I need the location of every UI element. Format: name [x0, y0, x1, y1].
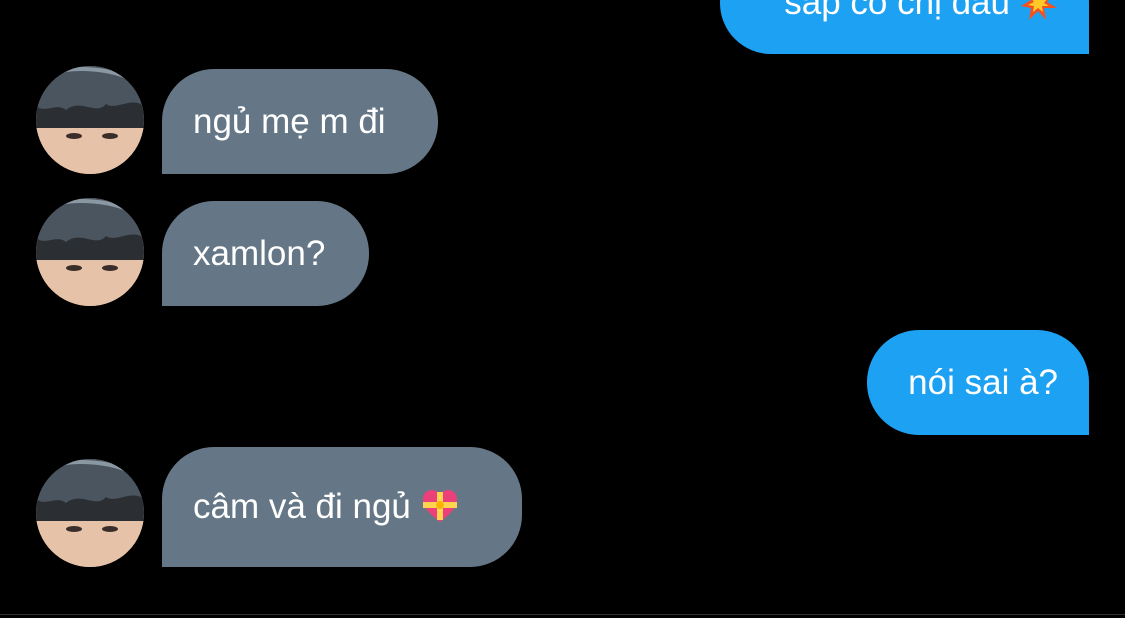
heart-with-ribbon-icon — [421, 488, 459, 526]
message-text: sắp có chị dâu — [784, 0, 1010, 22]
avatar[interactable] — [36, 459, 144, 567]
outgoing-message-bubble[interactable]: sắp có chị dâu — [720, 0, 1089, 54]
message-thread: sắp có chị dâu ngủ mẹ m đi xamlon? nói s… — [0, 0, 1125, 618]
incoming-message-bubble[interactable]: ngủ mẹ m đi — [162, 69, 438, 174]
message-text: câm và đi ngủ — [193, 487, 411, 526]
collision-icon — [1020, 0, 1058, 22]
avatar[interactable] — [36, 198, 144, 306]
avatar[interactable] — [36, 66, 144, 174]
outgoing-message-bubble[interactable]: nói sai à? — [867, 330, 1089, 435]
message-text: ngủ mẹ m đi — [193, 101, 386, 141]
message-text: nói sai à? — [908, 362, 1058, 402]
incoming-message-bubble[interactable]: xamlon? — [162, 201, 369, 306]
incoming-message-bubble[interactable]: câm và đi ngủ — [162, 447, 522, 567]
divider — [0, 614, 1125, 615]
message-text: xamlon? — [193, 233, 326, 273]
